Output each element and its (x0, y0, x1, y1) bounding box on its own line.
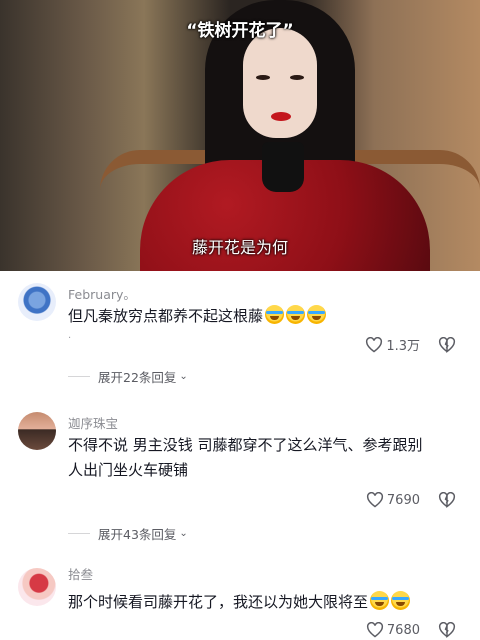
comment-1: February。 但凡秦放穷点都养不起这根藤 · 1.3万 展开22条回复 ⌄ (0, 271, 480, 391)
chevron-down-icon: ⌄ (179, 528, 188, 539)
left-eye (256, 75, 270, 80)
like-count: 7690 (386, 492, 420, 508)
like-count: 7680 (386, 622, 420, 638)
heart-icon (366, 492, 383, 508)
divider-line (68, 376, 90, 377)
comment-text: 那个时候看司藤开花了，我还以为她大限将至 (68, 590, 468, 615)
comment-text-body: 但凡秦放穷点都养不起这根藤 (68, 307, 264, 325)
dislike-broken-heart-icon[interactable] (438, 492, 456, 508)
heart-icon (366, 336, 383, 352)
avatar[interactable] (18, 568, 56, 606)
like-button[interactable]: 1.3万 (365, 335, 420, 354)
like-button[interactable]: 7680 (366, 622, 420, 638)
comment-text-line: 人出门坐火车硬铺 (68, 461, 189, 479)
expand-replies-label: 展开43条回复 (98, 527, 177, 542)
expand-replies-label: 展开22条回复 (98, 370, 177, 385)
comment-username[interactable]: February。 (68, 284, 136, 303)
like-count: 1.3万 (386, 339, 420, 354)
expand-replies-button[interactable]: 展开22条回复 ⌄ (68, 367, 188, 386)
crying-laughing-emoji-icon (265, 305, 285, 324)
crying-laughing-emoji-icon (391, 591, 411, 610)
video-caption-bottom: 藤开花是为何 (191, 238, 288, 257)
heart-icon (366, 622, 383, 638)
like-button[interactable]: 7690 (366, 492, 420, 508)
comment-3: 拾叁 那个时候看司藤开花了，我还以为她大限将至 7680 (0, 560, 480, 640)
comment-username[interactable]: 迦序珠宝 (68, 413, 118, 432)
avatar[interactable] (18, 283, 56, 321)
comment-text: 但凡秦放穷点都养不起这根藤 (68, 304, 468, 329)
extra-mark: · (68, 333, 72, 344)
dislike-broken-heart-icon[interactable] (438, 622, 456, 638)
avatar[interactable] (18, 412, 56, 450)
crying-laughing-emoji-icon (370, 591, 390, 610)
right-eye (290, 75, 304, 80)
video-caption-top: “铁树开花了” (186, 21, 294, 41)
black-collar (262, 142, 304, 192)
like-row: 7690 (366, 492, 456, 508)
comment-text: 不得不说 男主没钱 司藤都穿不了这么洋气、参考跟别 人出门坐火车硬铺 (68, 433, 468, 483)
comment-2: 迦序珠宝 不得不说 男主没钱 司藤都穿不了这么洋气、参考跟别 人出门坐火车硬铺 … (0, 400, 480, 550)
comment-username[interactable]: 拾叁 (68, 564, 93, 583)
comment-text-body: 那个时候看司藤开花了，我还以为她大限将至 (68, 593, 369, 611)
comment-text-line: 不得不说 男主没钱 司藤都穿不了这么洋气、参考跟别 (68, 436, 423, 454)
lips (271, 112, 291, 121)
crying-laughing-emoji-icon (286, 305, 306, 324)
face (243, 28, 317, 138)
like-row: 7680 (366, 622, 456, 638)
expand-replies-button[interactable]: 展开43条回复 ⌄ (68, 524, 188, 543)
divider-line (68, 533, 90, 534)
dislike-broken-heart-icon[interactable] (438, 336, 456, 353)
like-row: 1.3万 (365, 335, 456, 354)
crying-laughing-emoji-icon (307, 305, 327, 324)
video-frame[interactable]: “铁树开花了” 藤开花是为何 (0, 0, 480, 271)
chevron-down-icon: ⌄ (179, 371, 188, 382)
